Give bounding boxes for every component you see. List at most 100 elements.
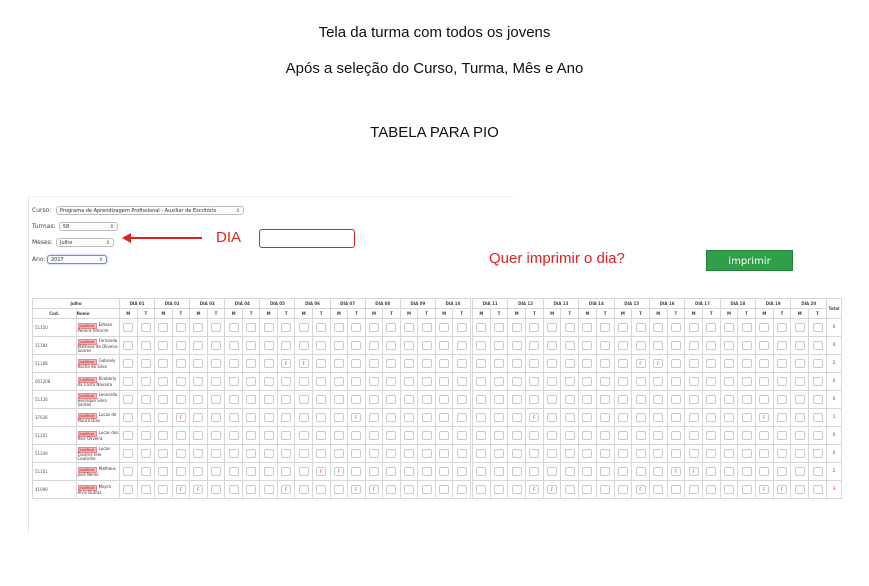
attendance-checkbox[interactable] — [759, 323, 770, 332]
attendance-checkbox[interactable] — [777, 377, 788, 386]
attendance-checkbox[interactable] — [456, 467, 467, 476]
attendance-checkbox[interactable] — [456, 485, 467, 494]
attendance-checkbox[interactable] — [547, 449, 558, 458]
attendance-checkbox[interactable] — [123, 431, 134, 440]
attendance-checkbox[interactable] — [476, 395, 487, 404]
attendance-checkbox[interactable] — [564, 341, 575, 350]
attendance-checkbox[interactable] — [193, 359, 204, 368]
attendance-checkbox[interactable]: F — [547, 485, 558, 494]
attendance-checkbox[interactable] — [600, 359, 611, 368]
attendance-checkbox[interactable] — [617, 431, 628, 440]
attendance-checkbox[interactable] — [140, 359, 151, 368]
attendance-checkbox[interactable] — [653, 431, 664, 440]
attendance-checkbox[interactable]: F — [175, 485, 186, 494]
attendance-checkbox[interactable] — [140, 449, 151, 458]
attendance-checkbox[interactable] — [812, 467, 823, 476]
attendance-checkbox[interactable] — [228, 395, 239, 404]
attendance-checkbox[interactable] — [386, 359, 397, 368]
attendance-checkbox[interactable] — [404, 341, 415, 350]
attendance-checkbox[interactable] — [564, 323, 575, 332]
attendance-checkbox[interactable] — [263, 377, 274, 386]
attendance-checkbox[interactable] — [211, 359, 221, 368]
attendance-checkbox[interactable] — [228, 467, 239, 476]
attendance-checkbox[interactable] — [158, 323, 169, 332]
attendance-checkbox[interactable] — [263, 467, 274, 476]
attendance-checkbox[interactable] — [211, 467, 221, 476]
attendance-checkbox[interactable] — [494, 323, 505, 332]
attendance-checkbox[interactable] — [228, 485, 239, 494]
attendance-checkbox[interactable] — [333, 413, 344, 422]
attendance-checkbox[interactable] — [140, 485, 151, 494]
attendance-checkbox[interactable] — [759, 359, 770, 368]
attendance-checkbox[interactable] — [741, 341, 752, 350]
attendance-checkbox[interactable] — [582, 341, 593, 350]
attendance-checkbox[interactable] — [439, 359, 450, 368]
attendance-checkbox[interactable] — [600, 395, 611, 404]
attendance-checkbox[interactable] — [688, 341, 699, 350]
attendance-checkbox[interactable] — [263, 341, 274, 350]
attendance-checkbox[interactable] — [759, 341, 770, 350]
attendance-checkbox[interactable] — [351, 359, 362, 368]
attendance-checkbox[interactable] — [529, 377, 540, 386]
attendance-checkbox[interactable] — [228, 413, 239, 422]
attendance-checkbox[interactable] — [368, 395, 379, 404]
attendance-checkbox[interactable] — [246, 413, 257, 422]
attendance-checkbox[interactable] — [777, 395, 788, 404]
attendance-checkbox[interactable] — [706, 395, 717, 404]
attendance-checkbox[interactable] — [386, 413, 397, 422]
attendance-checkbox[interactable] — [582, 395, 593, 404]
attendance-checkbox[interactable] — [494, 377, 505, 386]
attendance-checkbox[interactable] — [529, 395, 540, 404]
attendance-checkbox[interactable] — [421, 377, 432, 386]
attendance-checkbox[interactable] — [386, 449, 397, 458]
attendance-checkbox[interactable] — [351, 449, 362, 458]
attendance-checkbox[interactable] — [759, 395, 770, 404]
attendance-checkbox[interactable] — [193, 449, 204, 458]
attendance-checkbox[interactable] — [547, 323, 558, 332]
attendance-checkbox[interactable] — [617, 323, 628, 332]
attendance-checkbox[interactable] — [298, 467, 309, 476]
attendance-checkbox[interactable] — [228, 449, 239, 458]
attendance-checkbox[interactable] — [547, 341, 558, 350]
attendance-checkbox[interactable] — [404, 449, 415, 458]
attendance-checkbox[interactable] — [193, 431, 204, 440]
attendance-checkbox[interactable] — [246, 359, 257, 368]
attendance-checkbox[interactable] — [263, 323, 274, 332]
attendance-checkbox[interactable] — [794, 485, 805, 494]
attendance-checkbox[interactable] — [476, 467, 487, 476]
attendance-checkbox[interactable] — [547, 467, 558, 476]
attendance-checkbox[interactable] — [794, 395, 805, 404]
attendance-checkbox[interactable] — [404, 467, 415, 476]
attendance-checkbox[interactable] — [617, 449, 628, 458]
attendance-checkbox[interactable] — [263, 449, 274, 458]
attendance-checkbox[interactable] — [123, 449, 134, 458]
attendance-checkbox[interactable] — [439, 413, 450, 422]
attendance-checkbox[interactable] — [741, 395, 752, 404]
attendance-checkbox[interactable] — [688, 395, 699, 404]
attendance-checkbox[interactable] — [564, 431, 575, 440]
attendance-checkbox[interactable] — [494, 413, 505, 422]
attendance-checkbox[interactable] — [723, 395, 734, 404]
attendance-checkbox[interactable]: F — [759, 413, 770, 422]
attendance-checkbox[interactable]: F — [688, 467, 699, 476]
attendance-checkbox[interactable] — [298, 395, 309, 404]
attendance-checkbox[interactable] — [246, 431, 257, 440]
attendance-checkbox[interactable] — [456, 413, 467, 422]
print-button[interactable]: imprimir — [706, 250, 793, 271]
attendance-checkbox[interactable] — [494, 359, 505, 368]
attendance-checkbox[interactable] — [582, 359, 593, 368]
attendance-checkbox[interactable] — [175, 377, 186, 386]
attendance-checkbox[interactable] — [193, 377, 204, 386]
attendance-checkbox[interactable] — [123, 395, 134, 404]
attendance-checkbox[interactable] — [582, 413, 593, 422]
attendance-checkbox[interactable] — [351, 395, 362, 404]
attendance-checkbox[interactable] — [494, 341, 505, 350]
attendance-checkbox[interactable] — [653, 395, 664, 404]
attendance-checkbox[interactable] — [617, 359, 628, 368]
attendance-checkbox[interactable] — [175, 323, 186, 332]
attendance-checkbox[interactable] — [456, 323, 467, 332]
attendance-checkbox[interactable] — [600, 341, 611, 350]
attendance-checkbox[interactable] — [564, 395, 575, 404]
attendance-checkbox[interactable] — [582, 467, 593, 476]
attendance-checkbox[interactable] — [617, 485, 628, 494]
